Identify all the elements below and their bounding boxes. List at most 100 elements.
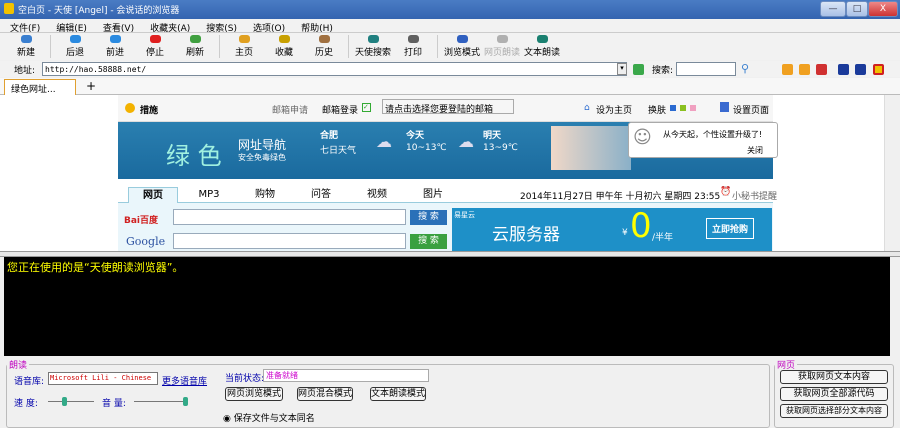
cloud-server-ad[interactable]: 易星云 云服务器 ¥ 0 /半年 立即抢购 [452, 206, 772, 251]
notice-close[interactable]: 关闭 [747, 145, 763, 156]
maximize-button[interactable]: □ [846, 1, 868, 17]
seven-day-link[interactable]: 七日天气 [320, 143, 356, 156]
menu-item[interactable]: 查看(V) [103, 21, 134, 34]
play-icon[interactable] [838, 64, 849, 75]
close-button[interactable]: X [868, 1, 898, 17]
go-icon[interactable] [633, 64, 644, 75]
toolbar-button[interactable]: 文本朗读 [522, 35, 562, 58]
new-tab-button[interactable]: + [86, 79, 96, 93]
skin-pink[interactable] [690, 105, 696, 111]
tab-item[interactable]: 绿色网址... × [4, 79, 76, 105]
toolbar-separator [348, 35, 349, 58]
mail-login-link[interactable]: 邮箱登录 [322, 103, 358, 116]
baidu-search-input[interactable] [173, 209, 406, 225]
speaker-icon [496, 35, 508, 43]
menu-item[interactable]: 收藏夹(A) [150, 21, 190, 34]
toolbar-button[interactable]: 收藏 [264, 35, 304, 58]
menu-item[interactable]: 帮助(H) [301, 21, 333, 34]
search-tab[interactable]: MP3 [184, 187, 234, 203]
app-logo-icon [4, 3, 14, 14]
voice-select[interactable]: Microsoft Lili - Chinese [48, 372, 158, 385]
settings-link[interactable]: 设置页面 [733, 103, 769, 116]
toolbar-separator [219, 35, 220, 58]
skin-green[interactable] [680, 105, 686, 111]
google-search-input[interactable] [173, 233, 406, 249]
search-label: 搜索: [652, 66, 674, 76]
web-browse-mode-button[interactable]: 网页浏览模式 [225, 387, 283, 401]
toolbar-button[interactable]: 网页朗读 [482, 35, 522, 58]
search-tab[interactable]: 视频 [352, 187, 402, 203]
pause-icon[interactable] [855, 64, 866, 75]
home-icon [238, 35, 250, 43]
get-text-button[interactable]: 获取网页文本内容 [780, 370, 888, 384]
stop-read-icon[interactable] [873, 64, 884, 75]
set-home-link[interactable]: 设为主页 [596, 103, 632, 116]
baidu-search-button[interactable]: 搜 索 [410, 210, 447, 225]
toolbar-button[interactable]: 主页 [224, 35, 264, 58]
baidu-logo: Bai百度 [124, 216, 159, 226]
ad-image[interactable] [551, 126, 631, 170]
weather-face-icon [125, 103, 135, 113]
search-tab[interactable]: 问答 [296, 187, 346, 203]
web-content: 措施 邮箱申请 邮箱登录 ✓ 请点击选择您要登陆的邮箱 ⌂ 设为主页 换肤 设置… [0, 95, 884, 251]
reminder-link[interactable]: 小秘书提醒 [732, 189, 777, 202]
title-bar: 空白页 - 天使 [Angel] - 会说话的浏览器 — □ X [0, 0, 900, 19]
volume-slider[interactable] [134, 401, 186, 402]
speed-slider[interactable] [48, 401, 94, 402]
menu-item[interactable]: 搜索(S) [206, 21, 237, 34]
mail-apply-link[interactable]: 邮箱申请 [272, 103, 308, 116]
search-tab[interactable]: 购物 [240, 187, 290, 203]
search-tab[interactable]: 网页 [128, 187, 178, 203]
get-source-button[interactable]: 获取网页全部源代码 [780, 387, 888, 401]
toolbar-button[interactable]: 天使搜索 [353, 35, 393, 58]
status-value: 准备就绪 [263, 369, 429, 382]
address-input[interactable] [42, 62, 627, 76]
mail-checkbox[interactable]: ✓ [362, 103, 371, 112]
new-icon [20, 35, 32, 43]
toolbar-button[interactable]: 刷新 [175, 35, 215, 58]
toolbar-button[interactable]: 历史 [304, 35, 344, 58]
toolbar-button[interactable]: 前进 [95, 35, 135, 58]
menu-item[interactable]: 编辑(E) [56, 21, 87, 34]
history-icon [318, 35, 330, 43]
search-input[interactable] [676, 62, 736, 76]
toolbar-separator [50, 35, 51, 58]
prev-icon[interactable] [782, 64, 793, 75]
speed-slider-thumb[interactable] [62, 397, 67, 406]
address-dropdown-icon[interactable]: ▾ [617, 63, 627, 75]
window-title: 空白页 - 天使 [Angel] - 会说话的浏览器 [18, 6, 180, 16]
toolbar-button[interactable]: 新建 [6, 35, 46, 58]
tts-text-area[interactable]: 您正在使用的是“天使朗读浏览器”。 [4, 257, 890, 356]
back-icon [69, 35, 81, 43]
settings-icon [720, 102, 729, 112]
tomorrow-temp: 13~9℃ [483, 143, 518, 153]
toolbar-button[interactable]: 后退 [55, 35, 95, 58]
next-icon[interactable] [799, 64, 810, 75]
mail-select[interactable]: 请点击选择您要登陆的邮箱 [382, 99, 514, 115]
skin-blue[interactable] [670, 105, 676, 111]
refresh-icon [189, 35, 201, 43]
weather-city[interactable]: 措施 [140, 103, 158, 116]
toolbar-button[interactable]: 停止 [135, 35, 175, 58]
address-bar: 地址: ▾ 搜索: ⚲ [0, 61, 900, 77]
web-mixed-mode-button[interactable]: 网页混合模式 [297, 387, 353, 401]
search-tab[interactable]: 图片 [408, 187, 458, 203]
weather-city-name[interactable]: 合肥 [320, 128, 338, 141]
notice-popup: ☺ 从今天起，个性设置升级了! 关闭 [628, 122, 778, 158]
search-magnifier-icon[interactable]: ⚲ [741, 62, 749, 75]
menu-item[interactable]: 选项(O) [253, 21, 285, 34]
menu-item[interactable]: 文件(F) [10, 21, 40, 34]
text-read-mode-button[interactable]: 文本朗读模式 [370, 387, 426, 401]
toolbar-button[interactable]: 浏览模式 [442, 35, 482, 58]
google-search-button[interactable]: 搜 索 [410, 234, 447, 249]
vertical-scrollbar[interactable] [884, 95, 900, 251]
clear-icon[interactable] [816, 64, 827, 75]
save-option-radio[interactable]: ◉ 保存文件与文本同名 [223, 411, 315, 424]
google-logo: Google [126, 235, 166, 248]
minimize-button[interactable]: — [820, 1, 846, 17]
toolbar-button[interactable]: 打印 [393, 35, 433, 58]
today-temp: 10~13℃ [406, 143, 447, 153]
volume-label: 音 量: [102, 399, 126, 409]
more-voices-link[interactable]: 更多语音库 [162, 374, 207, 387]
volume-slider-thumb[interactable] [183, 397, 188, 406]
